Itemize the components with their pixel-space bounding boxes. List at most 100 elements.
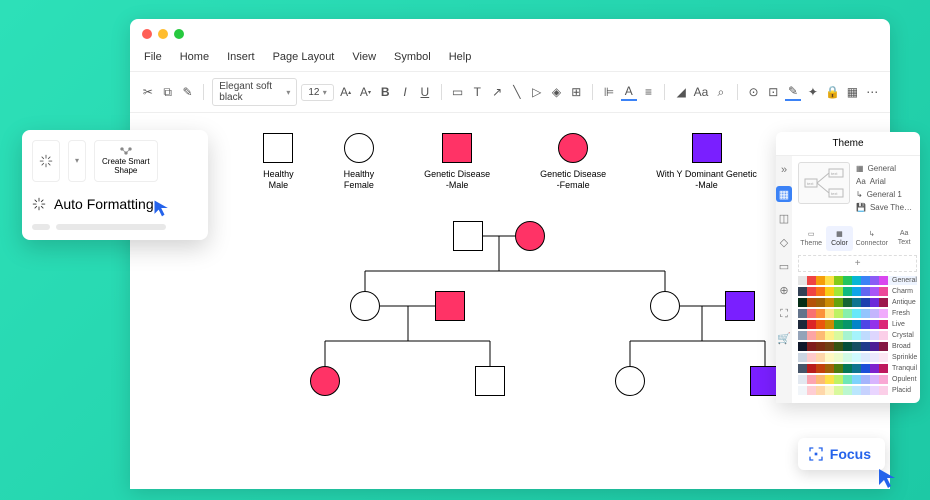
pedigree-node-female-affected[interactable]: [310, 366, 340, 396]
theme-item-general[interactable]: ▦General: [856, 162, 917, 175]
color-swatch[interactable]: [879, 364, 888, 373]
color-swatch[interactable]: [852, 287, 861, 296]
color-swatch[interactable]: [843, 364, 852, 373]
swatch-row[interactable]: Tranquil: [798, 364, 917, 373]
page-tab-icon[interactable]: ▭: [776, 258, 792, 274]
menu-insert[interactable]: Insert: [227, 51, 255, 63]
swatch-row[interactable]: General: [798, 276, 917, 285]
crop-icon[interactable]: ⌕: [713, 83, 729, 101]
bold-icon[interactable]: B: [377, 83, 393, 101]
menu-page-layout[interactable]: Page Layout: [273, 51, 335, 63]
group-icon[interactable]: ⊞: [568, 83, 584, 101]
align-icon[interactable]: ⊫: [601, 83, 617, 101]
format-painter-icon[interactable]: ✎: [180, 83, 196, 101]
color-swatch[interactable]: [807, 342, 816, 351]
color-swatch[interactable]: [816, 298, 825, 307]
color-swatch[interactable]: [861, 287, 870, 296]
shape-tab-icon[interactable]: ◇: [776, 234, 792, 250]
theme-item-general1[interactable]: ↳General 1: [856, 188, 917, 201]
pedigree-node-female[interactable]: [615, 366, 645, 396]
pedigree-node-female[interactable]: [350, 291, 380, 321]
color-swatch[interactable]: [834, 320, 843, 329]
color-swatch[interactable]: [879, 309, 888, 318]
color-swatch[interactable]: [852, 309, 861, 318]
color-swatch[interactable]: [798, 375, 807, 384]
color-swatch[interactable]: [852, 386, 861, 395]
menu-symbol[interactable]: Symbol: [394, 51, 431, 63]
color-swatch[interactable]: [825, 309, 834, 318]
decrease-font-icon[interactable]: A▾: [358, 83, 374, 101]
color-swatch[interactable]: [879, 276, 888, 285]
color-swatch[interactable]: [843, 309, 852, 318]
maximize-window-button[interactable]: [174, 29, 184, 39]
spark-tool-button[interactable]: [32, 140, 60, 182]
color-swatch[interactable]: [843, 353, 852, 362]
color-swatch[interactable]: [798, 331, 807, 340]
color-swatch[interactable]: [798, 309, 807, 318]
color-swatch[interactable]: [834, 386, 843, 395]
fill-bucket-icon[interactable]: ◢: [673, 83, 689, 101]
layers-icon[interactable]: ◈: [549, 83, 565, 101]
menu-home[interactable]: Home: [180, 51, 209, 63]
theme-item-save[interactable]: 💾Save The…: [856, 201, 917, 214]
color-swatch[interactable]: [861, 353, 870, 362]
swatch-row[interactable]: Broad: [798, 342, 917, 351]
color-swatch[interactable]: [870, 287, 879, 296]
color-swatch[interactable]: [879, 298, 888, 307]
color-swatch[interactable]: [843, 276, 852, 285]
color-swatch[interactable]: [825, 375, 834, 384]
color-swatch[interactable]: [843, 331, 852, 340]
color-swatch[interactable]: [879, 353, 888, 362]
theme-item-arial[interactable]: AaArial: [856, 175, 917, 188]
color-swatch[interactable]: [861, 298, 870, 307]
zoom-icon[interactable]: ⊙: [746, 83, 762, 101]
swatch-row[interactable]: Opulent: [798, 375, 917, 384]
image-tab-icon[interactable]: ◫: [776, 210, 792, 226]
export-icon[interactable]: ⊡: [765, 83, 781, 101]
color-swatch[interactable]: [870, 276, 879, 285]
color-swatch[interactable]: [870, 331, 879, 340]
color-swatch[interactable]: [852, 375, 861, 384]
color-swatch[interactable]: [834, 287, 843, 296]
grid-icon[interactable]: ▦: [845, 83, 861, 101]
color-swatch[interactable]: [852, 320, 861, 329]
increase-font-icon[interactable]: A▴: [338, 83, 354, 101]
line-tool-icon[interactable]: ╲: [509, 83, 525, 101]
color-swatch[interactable]: [816, 320, 825, 329]
color-swatch[interactable]: [825, 287, 834, 296]
color-swatch[interactable]: [798, 298, 807, 307]
arrow-connector-icon[interactable]: ↗: [489, 83, 505, 101]
auto-formatting-button[interactable]: Auto Formatting: [32, 192, 198, 216]
lock-icon[interactable]: 🔒: [825, 83, 841, 101]
collapse-icon[interactable]: »: [776, 162, 792, 178]
color-swatch[interactable]: [870, 364, 879, 373]
theme-tab-icon[interactable]: ▦: [776, 186, 792, 202]
color-swatch[interactable]: [798, 386, 807, 395]
color-swatch[interactable]: [807, 276, 816, 285]
color-swatch[interactable]: [870, 309, 879, 318]
color-swatch[interactable]: [798, 287, 807, 296]
color-swatch[interactable]: [825, 364, 834, 373]
dropdown-button[interactable]: ▾: [68, 140, 86, 182]
menu-view[interactable]: View: [352, 51, 376, 63]
color-swatch[interactable]: [834, 309, 843, 318]
color-swatch[interactable]: [807, 287, 816, 296]
font-size-select[interactable]: 12▾: [301, 84, 333, 101]
color-swatch[interactable]: [834, 364, 843, 373]
color-swatch[interactable]: [807, 364, 816, 373]
pedigree-node-male-affected[interactable]: [435, 291, 465, 321]
color-swatch[interactable]: [825, 353, 834, 362]
color-swatch[interactable]: [825, 386, 834, 395]
color-swatch[interactable]: [825, 320, 834, 329]
overflow-icon[interactable]: ⋯: [864, 83, 880, 101]
tab-color[interactable]: ▦Color: [826, 226, 852, 251]
font-name-select[interactable]: Elegant soft black▾: [212, 78, 297, 106]
color-swatch[interactable]: [879, 375, 888, 384]
pedigree-node-male[interactable]: [453, 221, 483, 251]
pedigree-node-male-y-dominant[interactable]: [725, 291, 755, 321]
tab-text[interactable]: AaText: [891, 226, 917, 251]
color-swatch[interactable]: [870, 298, 879, 307]
link-tab-icon[interactable]: ⊕: [776, 282, 792, 298]
color-swatch[interactable]: [870, 342, 879, 351]
underline-icon[interactable]: U: [417, 83, 433, 101]
